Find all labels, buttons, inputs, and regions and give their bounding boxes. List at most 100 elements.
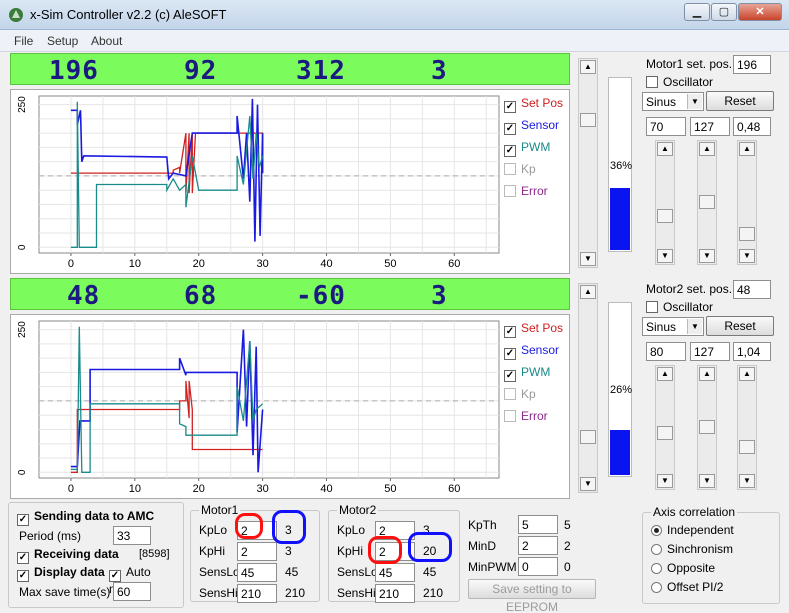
motor1-param2-slider[interactable]: ▲ ▼ (697, 140, 717, 265)
motor1-param-2[interactable]: 127 (690, 117, 730, 136)
checkbox-icon[interactable] (646, 301, 658, 313)
scroll-up-icon[interactable]: ▲ (699, 142, 715, 156)
scroll-thumb[interactable] (739, 440, 755, 454)
maximize-button[interactable]: ▢ (711, 3, 737, 21)
radio-icon[interactable] (651, 544, 662, 555)
motor1-senshi-input[interactable]: 210 (237, 584, 277, 603)
scroll-down-icon[interactable]: ▼ (699, 249, 715, 263)
scroll-thumb[interactable] (657, 209, 673, 223)
motor1-oscillator-checkbox[interactable]: Oscillator (646, 75, 713, 89)
display-checkbox[interactable]: ✓ Display data (17, 565, 105, 582)
motor1-senslo-input[interactable]: 45 (237, 563, 277, 582)
title-bar[interactable]: x-Sim Controller v2.2 (c) AleSOFT ▁ ▢ ✕ (0, 0, 789, 30)
motor2-oscillator-checkbox[interactable]: Oscillator (646, 300, 713, 314)
scroll-thumb[interactable] (699, 420, 715, 434)
scroll-thumb[interactable] (657, 426, 673, 440)
checkbox-icon[interactable] (504, 185, 516, 197)
checkbox-checked-icon[interactable]: ✓ (504, 326, 516, 338)
checkbox-checked-icon[interactable]: ✓ (17, 514, 29, 526)
scroll-thumb[interactable] (699, 195, 715, 209)
scroll-down-icon[interactable]: ▼ (580, 477, 596, 491)
scroll-thumb[interactable] (739, 227, 755, 241)
motor2-param1-slider[interactable]: ▲ ▼ (655, 365, 675, 490)
motor1-param1-slider[interactable]: ▲ ▼ (655, 140, 675, 265)
checkbox-checked-icon[interactable]: ✓ (504, 348, 516, 360)
scroll-down-icon[interactable]: ▼ (657, 474, 673, 488)
motor1-legend-pwm[interactable]: ✓ PWM (504, 140, 550, 157)
motor2-param2-slider[interactable]: ▲ ▼ (697, 365, 717, 490)
radio-selected-icon[interactable] (651, 525, 662, 536)
motor2-senslo-input[interactable]: 45 (375, 563, 415, 582)
scroll-up-icon[interactable]: ▲ (739, 367, 755, 381)
chevron-down-icon[interactable]: ▼ (687, 94, 702, 109)
motor1-position-scrollbar[interactable]: ▲ ▼ (578, 58, 598, 268)
close-button[interactable]: ✕ (738, 3, 782, 21)
threshold-kpth-input[interactable]: 5 (518, 515, 558, 534)
axis-option-sinchronism[interactable]: Sinchronism (651, 542, 733, 556)
motor2-setpos-input[interactable]: 48 (733, 280, 771, 299)
motor2-senshi-input[interactable]: 210 (375, 584, 415, 603)
checkbox-icon[interactable] (504, 388, 516, 400)
motor1-wave-select[interactable]: Sinus ▼ (642, 92, 704, 111)
save-eeprom-button[interactable]: Save setting to EEPROM (468, 579, 596, 613)
checkbox-checked-icon[interactable]: ✓ (109, 570, 121, 582)
axis-option-offset-pi-2[interactable]: Offset PI/2 (651, 580, 723, 594)
motor1-param3-slider[interactable]: ▲ ▼ (737, 140, 757, 265)
sending-checkbox[interactable]: ✓ Sending data to AMC (17, 509, 154, 526)
scroll-up-icon[interactable]: ▲ (657, 367, 673, 381)
scroll-up-icon[interactable]: ▲ (657, 142, 673, 156)
checkbox-icon[interactable] (504, 163, 516, 175)
motor1-param-1[interactable]: 70 (646, 117, 686, 136)
motor2-legend-set-pos[interactable]: ✓ Set Pos (504, 321, 563, 338)
menu-file[interactable]: File (14, 34, 33, 48)
scroll-up-icon[interactable]: ▲ (580, 60, 596, 74)
motor2-legend-error[interactable]: Error (504, 409, 548, 423)
checkbox-icon[interactable] (646, 76, 658, 88)
motor2-legend-kp[interactable]: Kp (504, 387, 536, 401)
motor1-param-3[interactable]: 0,48 (733, 117, 771, 136)
scroll-thumb[interactable] (580, 113, 596, 127)
scroll-up-icon[interactable]: ▲ (739, 142, 755, 156)
checkbox-checked-icon[interactable]: ✓ (17, 570, 29, 582)
checkbox-checked-icon[interactable]: ✓ (504, 370, 516, 382)
checkbox-checked-icon[interactable]: ✓ (504, 145, 516, 157)
minimize-button[interactable]: ▁ (684, 3, 710, 21)
max-save-input[interactable]: 60 (113, 582, 151, 601)
checkbox-icon[interactable] (504, 410, 516, 422)
menu-setup[interactable]: Setup (47, 34, 78, 48)
checkbox-checked-icon[interactable]: ✓ (17, 552, 29, 564)
motor1-setpos-input[interactable]: 196 (733, 55, 771, 74)
motor1-legend-sensor[interactable]: ✓ Sensor (504, 118, 559, 135)
axis-option-independent[interactable]: Independent (651, 523, 734, 537)
motor2-param-1[interactable]: 80 (646, 342, 686, 361)
threshold-mind-input[interactable]: 2 (518, 536, 558, 555)
motor2-legend-sensor[interactable]: ✓ Sensor (504, 343, 559, 360)
scroll-down-icon[interactable]: ▼ (699, 474, 715, 488)
motor1-reset-button[interactable]: Reset (706, 91, 774, 111)
motor2-param3-slider[interactable]: ▲ ▼ (737, 365, 757, 490)
scroll-thumb[interactable] (580, 430, 596, 444)
period-input[interactable]: 33 (113, 526, 151, 545)
receiving-checkbox[interactable]: ✓ Receiving data (17, 547, 119, 564)
checkbox-checked-icon[interactable]: ✓ (504, 101, 516, 113)
menu-about[interactable]: About (91, 34, 122, 48)
motor2-wave-select[interactable]: Sinus ▼ (642, 317, 704, 336)
chevron-down-icon[interactable]: ▼ (687, 319, 702, 334)
motor2-legend-pwm[interactable]: ✓ PWM (504, 365, 550, 382)
scroll-down-icon[interactable]: ▼ (739, 474, 755, 488)
scroll-down-icon[interactable]: ▼ (580, 252, 596, 266)
motor1-legend-set-pos[interactable]: ✓ Set Pos (504, 96, 563, 113)
checkbox-checked-icon[interactable]: ✓ (504, 123, 516, 135)
scroll-up-icon[interactable]: ▲ (580, 285, 596, 299)
motor1-kphi-input[interactable]: 2 (237, 542, 277, 561)
motor2-reset-button[interactable]: Reset (706, 316, 774, 336)
axis-option-opposite[interactable]: Opposite (651, 561, 715, 575)
scroll-down-icon[interactable]: ▼ (657, 249, 673, 263)
radio-icon[interactable] (651, 563, 662, 574)
motor2-position-scrollbar[interactable]: ▲ ▼ (578, 283, 598, 493)
scroll-up-icon[interactable]: ▲ (699, 367, 715, 381)
scroll-down-icon[interactable]: ▼ (739, 249, 755, 263)
motor2-param-2[interactable]: 127 (690, 342, 730, 361)
radio-icon[interactable] (651, 582, 662, 593)
threshold-minpwm-input[interactable]: 0 (518, 557, 558, 576)
